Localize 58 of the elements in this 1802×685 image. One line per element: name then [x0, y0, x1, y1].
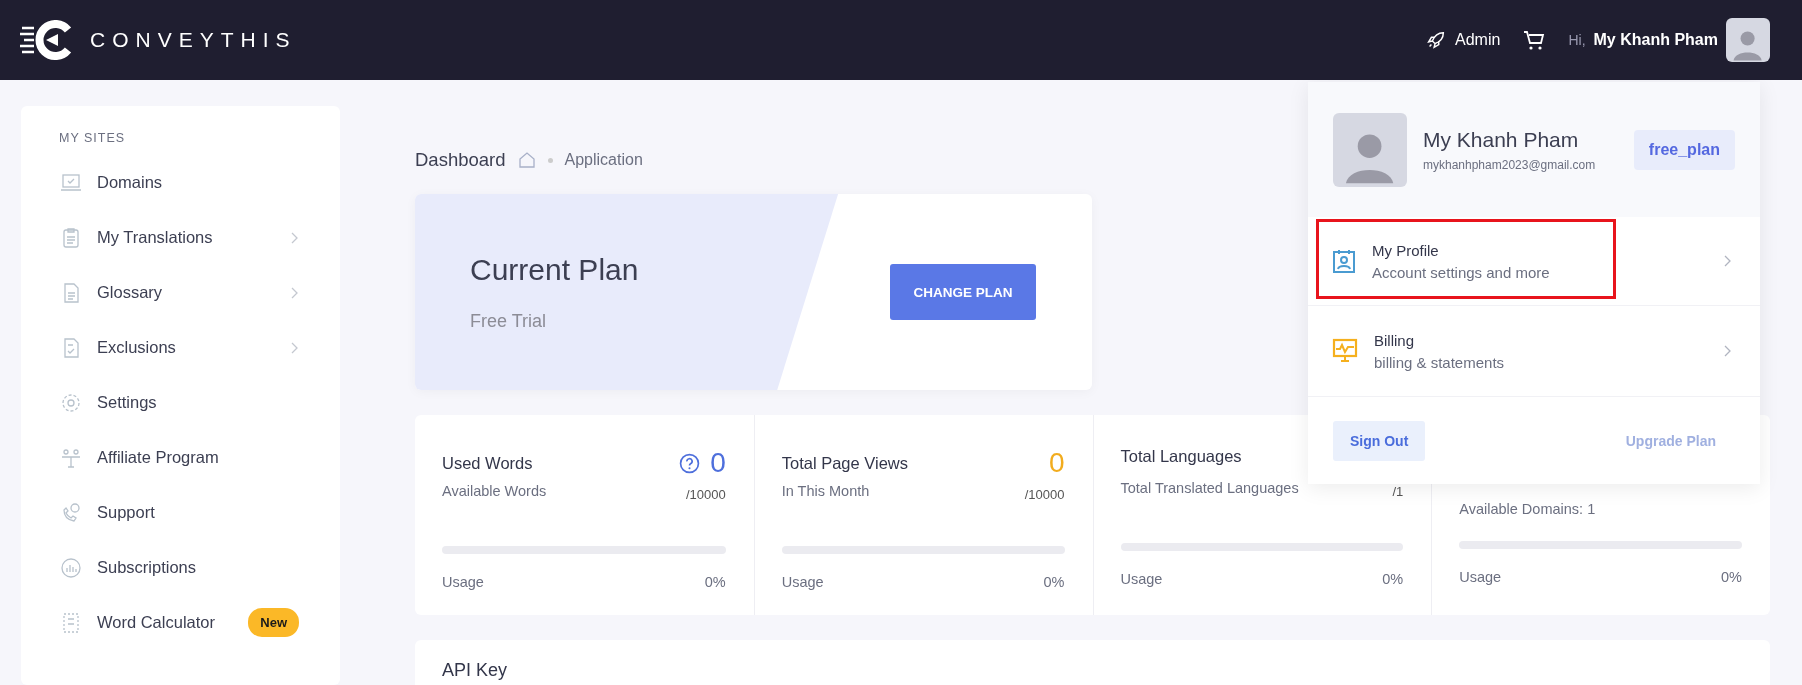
usage-label: Usage — [442, 574, 484, 590]
monitor-icon — [1332, 338, 1358, 364]
admin-link[interactable]: Admin — [1425, 29, 1501, 51]
stat-subtitle: Available Words — [442, 483, 547, 499]
stat-total: /1 — [1392, 484, 1404, 499]
stat-subtitle: Available Domains: 1 — [1459, 501, 1596, 517]
sidebar-item[interactable]: Word Calculator New — [59, 595, 299, 650]
stat-total: /10000 — [686, 487, 726, 502]
usage-value: 0% — [1382, 571, 1404, 587]
page-title: Dashboard — [415, 149, 506, 171]
usage-value: 0% — [1043, 574, 1065, 590]
sidebar-item[interactable]: Subscriptions — [59, 540, 299, 595]
cart-icon[interactable] — [1522, 28, 1547, 52]
plan-name: Free Trial — [470, 310, 548, 332]
usage-value: 0% — [704, 574, 726, 590]
stat-subtitle: Total Translated Languages — [1120, 480, 1299, 496]
stat-total: /10000 — [1024, 487, 1065, 502]
plan-title: Current Plan — [470, 252, 640, 287]
chevron-right-icon — [1724, 345, 1732, 357]
sidebar-item[interactable]: Exclusions — [59, 320, 299, 375]
breadcrumb-item[interactable]: Application — [564, 151, 643, 169]
profile-name: My Khanh Pham — [1423, 127, 1580, 152]
stat-value: 0 — [710, 447, 726, 479]
menu-item[interactable]: Billing billing & statements — [1308, 306, 1760, 397]
greeting-text: Hi, — [1568, 32, 1586, 48]
stat-title: Used Words — [442, 453, 533, 473]
sidebar-item[interactable]: Settings — [59, 375, 299, 430]
menu-item-subtitle: Account settings and more — [1372, 263, 1551, 281]
profile-card-icon — [1332, 248, 1356, 274]
sidebar-item[interactable]: Support — [59, 485, 299, 540]
sign-out-button[interactable]: Sign Out — [1333, 420, 1426, 461]
menu-item-title: My Profile — [1372, 241, 1440, 259]
api-key-title: API Key — [442, 660, 508, 680]
plan-badge: free_plan — [1633, 129, 1735, 170]
sidebar-item[interactable]: Glossary — [59, 265, 299, 320]
usage-value: 0% — [1721, 569, 1742, 585]
usage-label: Usage — [781, 574, 824, 590]
help-icon[interactable] — [679, 452, 701, 474]
user-name[interactable]: My Khanh Pham — [1593, 31, 1718, 49]
logo-text: CONVEYTHIS — [90, 28, 297, 52]
chart-icon — [59, 555, 83, 580]
stat-title: Total Page Views — [781, 453, 909, 473]
usage-label: Usage — [1120, 571, 1163, 587]
usage-label: Usage — [1459, 569, 1502, 585]
stat-value: 0 — [1048, 447, 1065, 479]
menu-item-subtitle: billing & statements — [1374, 353, 1506, 371]
sidebar-item[interactable]: Affiliate Program — [59, 430, 299, 485]
sidebar-heading: MY SITES — [59, 131, 126, 145]
sidebar-item[interactable]: My Translations — [59, 210, 299, 265]
chevron-right-icon — [1724, 255, 1732, 267]
stat-title: Total Languages — [1120, 447, 1242, 466]
stat-subtitle: In This Month — [781, 483, 870, 499]
menu-item-title: Billing — [1374, 331, 1416, 349]
new-badge: New — [248, 608, 299, 637]
menu-item[interactable]: My Profile Account settings and more — [1308, 217, 1760, 306]
change-plan-button[interactable]: CHANGE PLAN — [890, 264, 1036, 320]
profile-email: mykhanhpham2023@gmail.com — [1423, 157, 1597, 172]
sidebar-item[interactable]: Domains — [59, 155, 299, 210]
